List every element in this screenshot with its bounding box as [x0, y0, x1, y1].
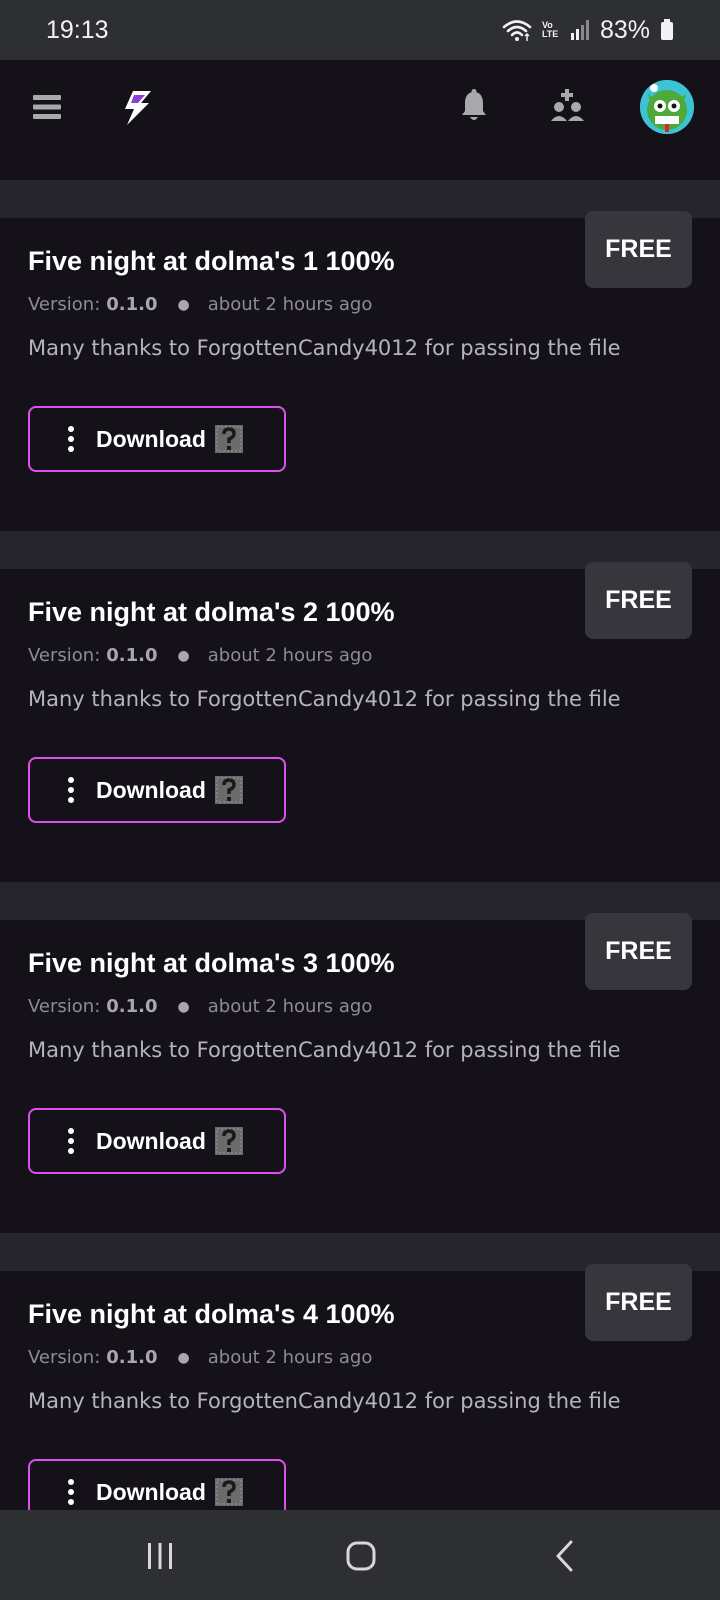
kebab-icon [66, 775, 76, 805]
card-description: Many thanks to ForgottenCandy4012 for pa… [28, 336, 621, 360]
wifi-icon [502, 20, 532, 41]
meta-dot: ● [177, 647, 190, 664]
version-value: 0.1.0 [106, 996, 158, 1017]
card-description: Many thanks to ForgottenCandy4012 for pa… [28, 1389, 621, 1413]
time-ago: about 2 hours ago [207, 645, 373, 666]
asset-card[interactable]: Five night at dolma's 1 100% Version: 0.… [0, 211, 720, 531]
meta-dot: ● [177, 998, 190, 1015]
download-label: Download [96, 1478, 206, 1505]
card-title[interactable]: Five night at dolma's 2 100% [28, 597, 395, 628]
download-label: Download [96, 425, 206, 452]
download-label: Download [96, 776, 206, 803]
card-meta: Version: 0.1.0 ● about 2 hours ago [28, 645, 372, 666]
version-label: Version: [28, 1347, 101, 1368]
download-button[interactable]: Download [28, 406, 286, 472]
version-label: Version: [28, 294, 101, 315]
time-ago: about 2 hours ago [207, 1347, 373, 1368]
card-description: Many thanks to ForgottenCandy4012 for pa… [28, 687, 621, 711]
missing-glyph-icon [214, 1478, 243, 1506]
card-title[interactable]: Five night at dolma's 4 100% [28, 1299, 395, 1330]
home-icon[interactable] [341, 1538, 381, 1574]
download-label: Download [96, 1127, 206, 1154]
version-value: 0.1.0 [106, 294, 158, 315]
card-meta: Version: 0.1.0 ● about 2 hours ago [28, 996, 372, 1017]
status-bar: 19:13 Vo LTE 83% [0, 0, 720, 60]
menu-icon[interactable] [30, 90, 64, 124]
price-badge: FREE [585, 562, 692, 639]
download-button[interactable]: Download [28, 1108, 286, 1174]
meta-dot: ● [177, 296, 190, 313]
status-icons: Vo LTE 83% [502, 16, 674, 45]
download-button[interactable]: Download [28, 757, 286, 823]
kebab-icon [66, 424, 76, 454]
bell-icon[interactable] [458, 88, 490, 124]
card-title[interactable]: Five night at dolma's 3 100% [28, 948, 395, 979]
recent-apps-icon[interactable] [140, 1538, 180, 1574]
asset-card[interactable]: Five night at dolma's 3 100% Version: 0.… [0, 913, 720, 1233]
version-label: Version: [28, 645, 101, 666]
missing-glyph-icon [214, 425, 243, 453]
version-label: Version: [28, 996, 101, 1017]
price-badge: FREE [585, 913, 692, 990]
price-badge: FREE [585, 211, 692, 288]
avatar[interactable] [640, 80, 694, 134]
system-nav-bar [0, 1510, 720, 1600]
app-header [0, 60, 720, 180]
logo-icon[interactable] [118, 88, 156, 128]
time-ago: about 2 hours ago [207, 996, 373, 1017]
price-badge: FREE [585, 1264, 692, 1341]
volte-label: Vo LTE [541, 20, 559, 39]
battery-percent: 83% [599, 15, 650, 44]
card-meta: Version: 0.1.0 ● about 2 hours ago [28, 294, 372, 315]
volte-icon: Vo LTE [542, 21, 560, 39]
status-time: 19:13 [46, 15, 109, 44]
back-icon[interactable] [545, 1538, 585, 1574]
missing-glyph-icon [214, 776, 243, 804]
card-description: Many thanks to ForgottenCandy4012 for pa… [28, 1038, 621, 1062]
signal-icon [570, 20, 589, 40]
asset-card[interactable]: Five night at dolma's 2 100% Version: 0.… [0, 562, 720, 882]
version-value: 0.1.0 [106, 1347, 158, 1368]
kebab-icon [66, 1477, 76, 1507]
missing-glyph-icon [214, 1127, 243, 1155]
card-meta: Version: 0.1.0 ● about 2 hours ago [28, 1347, 372, 1368]
battery-icon [661, 19, 673, 40]
card-title[interactable]: Five night at dolma's 1 100% [28, 246, 395, 277]
add-friend-icon[interactable] [550, 88, 586, 124]
version-value: 0.1.0 [106, 645, 158, 666]
asset-feed: Five night at dolma's 1 100% Version: 0.… [0, 180, 720, 1584]
meta-dot: ● [177, 1349, 190, 1366]
time-ago: about 2 hours ago [207, 294, 373, 315]
kebab-icon [66, 1126, 76, 1156]
